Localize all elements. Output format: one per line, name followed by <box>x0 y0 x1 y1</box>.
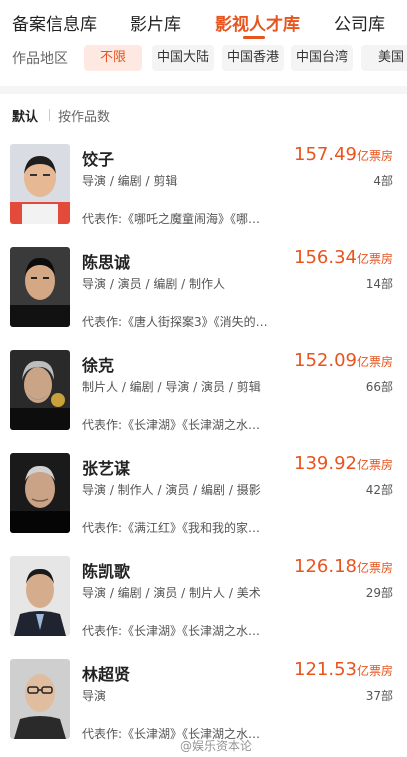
section-divider <box>0 86 407 94</box>
box-office-unit: 亿票房 <box>356 561 393 575</box>
box-office-unit: 亿票房 <box>356 664 393 678</box>
region-chip-hongkong[interactable]: 中国香港 <box>222 45 284 71</box>
box-office-unit: 亿票房 <box>356 252 393 266</box>
sort-bar: 默认 按作品数 <box>0 100 407 128</box>
avatar <box>10 453 70 533</box>
list-item[interactable]: 陈思诚 导演 / 演员 / 编剧 / 制作人 代表作:《唐人街探案3》《消失的…… <box>0 239 407 342</box>
box-office-value: 152.09 <box>294 350 357 371</box>
representative-works: 代表作:《满江红》《我和我的家乡… <box>82 521 272 535</box>
list-item[interactable]: 徐克 制片人 / 编剧 / 导演 / 演员 / 剪辑 代表作:《长津湖》《长津湖… <box>0 342 407 445</box>
person-roles: 导演 / 编剧 / 剪辑 <box>82 174 178 188</box>
person-roles: 导演 / 制作人 / 演员 / 编剧 / 摄影 <box>82 483 261 497</box>
works-count: 42部 <box>365 483 393 497</box>
person-name: 陈思诚 <box>82 253 131 272</box>
works-count: 37部 <box>365 689 393 703</box>
person-roles: 导演 / 编剧 / 演员 / 制片人 / 美术 <box>82 586 261 600</box>
representative-works: 代表作:《长津湖》《长津湖之水门… <box>82 418 272 432</box>
works-count: 4部 <box>373 174 393 188</box>
list-item[interactable]: 饺子 导演 / 编剧 / 剪辑 代表作:《哪吒之魔童闹海》《哪吒… 157.49… <box>0 136 407 239</box>
representative-works: 代表作:《唐人街探案3》《消失的… <box>82 315 268 329</box>
list-item[interactable]: 陈凯歌 导演 / 编剧 / 演员 / 制片人 / 美术 代表作:《长津湖》《长津… <box>0 548 407 651</box>
avatar <box>10 350 70 430</box>
works-count: 14部 <box>365 277 393 291</box>
person-name: 陈凯歌 <box>82 562 131 581</box>
list-item[interactable]: 张艺谋 导演 / 制作人 / 演员 / 编剧 / 摄影 代表作:《满江红》《我和… <box>0 445 407 548</box>
works-count: 29部 <box>365 586 393 600</box>
active-tab-indicator <box>243 36 265 39</box>
box-office-unit: 亿票房 <box>356 458 393 472</box>
region-filter: 作品地区 不限 中国大陆 中国香港 中国台湾 美国 <box>0 40 407 76</box>
top-nav: 备案信息库 影片库 影视人才库 公司库 <box>0 0 407 44</box>
tab-talent-db[interactable]: 影视人才库 <box>215 10 300 35</box>
box-office: 126.18亿票房 <box>294 556 393 577</box>
box-office: 156.34亿票房 <box>294 247 393 268</box>
region-chip-taiwan[interactable]: 中国台湾 <box>291 45 353 71</box>
tab-filing-db[interactable]: 备案信息库 <box>12 10 97 35</box>
works-count: 66部 <box>365 380 393 394</box>
region-chip-all[interactable]: 不限 <box>84 45 142 71</box>
box-office-value: 126.18 <box>294 556 357 577</box>
region-filter-label: 作品地区 <box>12 51 68 67</box>
person-name: 张艺谋 <box>82 459 131 478</box>
avatar <box>10 659 70 739</box>
region-chip-usa[interactable]: 美国 <box>361 45 407 71</box>
avatar <box>10 247 70 327</box>
tab-company-db[interactable]: 公司库 <box>334 10 385 35</box>
box-office-value: 156.34 <box>294 247 357 268</box>
person-roles: 导演 <box>82 689 107 703</box>
avatar <box>10 144 70 224</box>
representative-works: 代表作:《哪吒之魔童闹海》《哪吒… <box>82 212 272 226</box>
box-office-unit: 亿票房 <box>356 149 393 163</box>
person-name: 饺子 <box>82 150 115 169</box>
representative-works: 代表作:《长津湖》《长津湖之水门… <box>82 624 272 638</box>
box-office-value: 157.49 <box>294 144 357 165</box>
box-office: 139.92亿票房 <box>294 453 393 474</box>
watermark: @娱乐资本论 <box>180 739 253 753</box>
sort-default[interactable]: 默认 <box>12 106 38 125</box>
tab-film-db[interactable]: 影片库 <box>130 10 181 35</box>
person-roles: 导演 / 演员 / 编剧 / 制作人 <box>82 277 226 291</box>
box-office-unit: 亿票房 <box>356 355 393 369</box>
box-office: 152.09亿票房 <box>294 350 393 371</box>
box-office-value: 121.53 <box>294 659 357 680</box>
sort-divider <box>49 109 50 121</box>
sort-by-works[interactable]: 按作品数 <box>58 106 110 125</box>
box-office: 157.49亿票房 <box>294 144 393 165</box>
box-office: 121.53亿票房 <box>294 659 393 680</box>
person-roles: 制片人 / 编剧 / 导演 / 演员 / 剪辑 <box>82 380 261 394</box>
box-office-value: 139.92 <box>294 453 357 474</box>
region-chip-mainland[interactable]: 中国大陆 <box>152 45 214 71</box>
avatar <box>10 556 70 636</box>
person-name: 徐克 <box>82 356 115 375</box>
person-name: 林超贤 <box>82 665 131 684</box>
